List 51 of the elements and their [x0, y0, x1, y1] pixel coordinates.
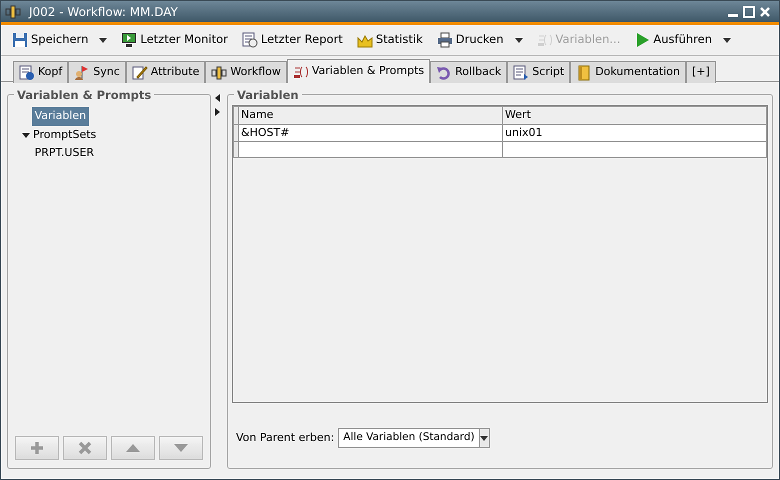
tab[interactable]: Kopf	[13, 61, 68, 83]
close-icon[interactable]	[759, 6, 771, 18]
toolbar-button[interactable]: Drucken	[434, 29, 526, 51]
tab[interactable]: [+]	[686, 61, 716, 83]
plus-icon	[29, 440, 45, 456]
toolbar-button[interactable]: Ausführen	[631, 29, 734, 51]
tab[interactable]: Variablen & Prompts	[286, 59, 430, 83]
toolbar-button[interactable]: Statistik	[354, 29, 426, 51]
toolbar-button[interactable]: Speichern	[9, 29, 110, 51]
workflow-icon	[5, 4, 21, 20]
book-icon	[576, 64, 592, 80]
tab[interactable]: Rollback	[430, 61, 508, 83]
tree-item[interactable]: PromptSets	[30, 126, 100, 144]
caret-icon[interactable]	[514, 38, 523, 42]
tab[interactable]: Sync	[68, 61, 126, 83]
variables-icon	[536, 32, 553, 48]
flag-figure-icon	[74, 64, 90, 80]
report-clock-icon	[242, 32, 258, 48]
toolbar-button[interactable]: Letzter Monitor	[118, 29, 231, 51]
caret-icon[interactable]	[480, 436, 488, 440]
table-cell[interactable]: &HOST#	[238, 124, 503, 142]
document-info-icon	[19, 64, 35, 80]
column-header[interactable]: Wert	[502, 106, 766, 124]
tree-item[interactable]: Variablen	[32, 107, 90, 126]
expand-right-icon[interactable]	[215, 108, 221, 116]
expand-arrow-icon[interactable]	[22, 130, 30, 139]
collapse-left-icon[interactable]	[215, 94, 221, 102]
workflow-icon	[211, 64, 228, 80]
maximize-icon[interactable]	[743, 6, 755, 18]
panel-title: Variablen & Prompts	[14, 87, 154, 104]
window-title: J002 - Workflow: MM.DAY	[29, 4, 178, 20]
column-header[interactable]: Name	[238, 106, 503, 124]
monitor-icon	[121, 32, 138, 48]
play-icon	[634, 32, 650, 48]
pencil-document-icon	[132, 64, 148, 80]
inherit-dropdown[interactable]: Alle Variablen (Standard)	[338, 428, 490, 448]
tab[interactable]: Script	[507, 61, 570, 83]
tab[interactable]: Dokumentation	[570, 61, 686, 83]
inherit-label: Von Parent erben:	[236, 430, 334, 446]
variables-icon	[292, 64, 309, 80]
delete-icon	[77, 440, 93, 456]
tab[interactable]: Workflow	[205, 61, 287, 83]
table-cell[interactable]: unix01	[502, 124, 766, 142]
tab[interactable]: Attribute	[126, 61, 206, 83]
circular-arrow-icon	[436, 64, 452, 80]
caret-icon[interactable]	[99, 38, 108, 42]
toolbar-button[interactable]: Letzter Report	[238, 29, 346, 51]
script-document-icon	[513, 64, 530, 80]
caret-icon[interactable]	[723, 38, 731, 42]
printer-icon	[436, 32, 453, 48]
tree-item[interactable]: PRPT.USER	[32, 144, 98, 162]
